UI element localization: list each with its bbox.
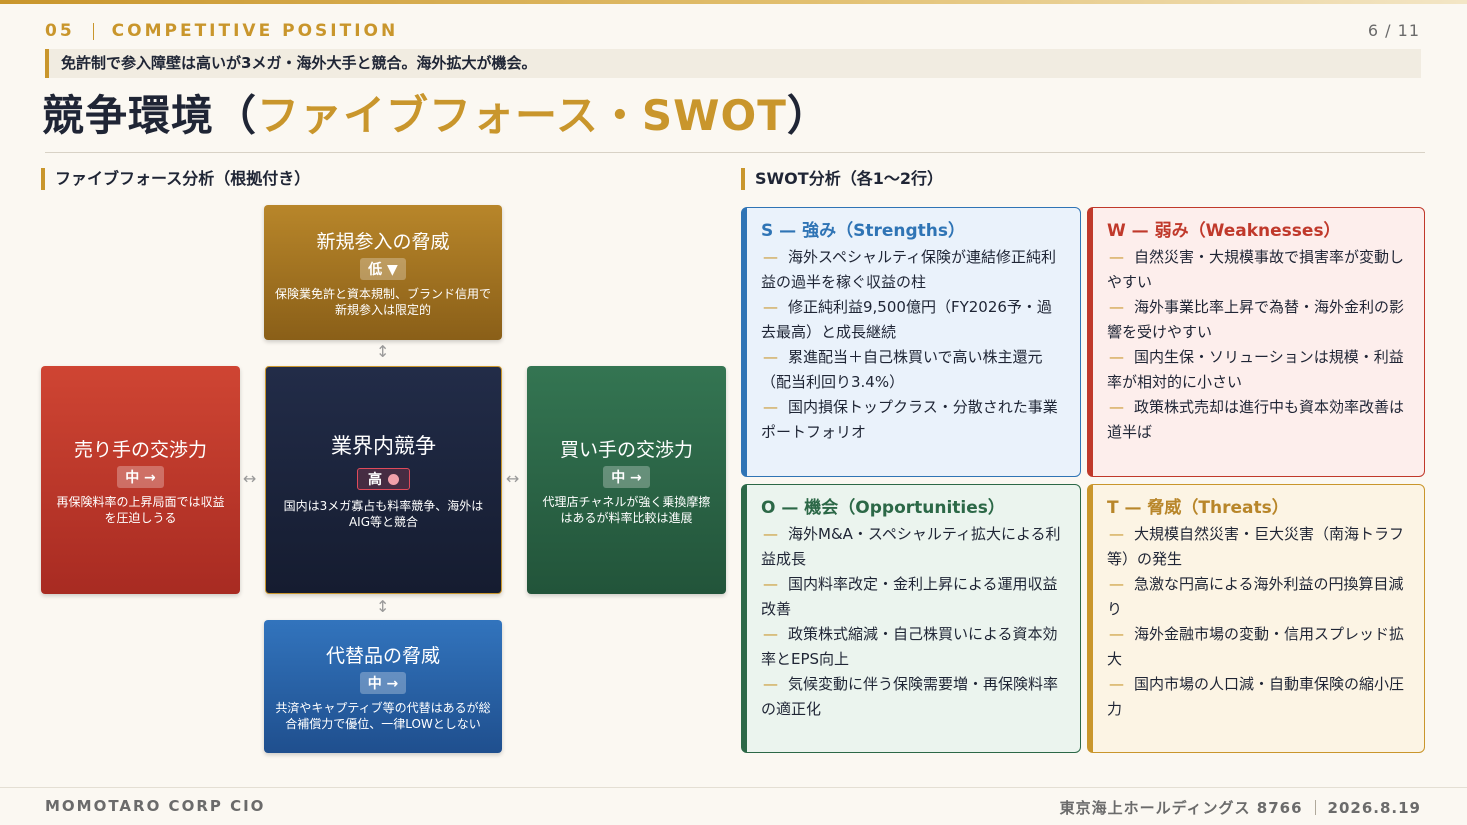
- force-substitutes: 代替品の脅威 中 → 共済やキャプティブ等の代替はあるが総合補償力で優位、一律L…: [264, 620, 502, 753]
- list-item: — 急激な円高による海外利益の円換算目減り: [1107, 575, 1404, 618]
- arrow-horizontal-icon: ↔: [243, 469, 257, 488]
- force-level-badge: 中 →: [603, 465, 650, 488]
- swot-opportunities-title: O — 機会（Opportunities）: [761, 498, 1005, 518]
- force-title: 売り手の交渉力: [73, 438, 207, 461]
- title-accent: ファイブフォース・SWOT: [257, 91, 787, 140]
- force-rivalry: 業界内競争 高 国内は3メガ寡占も料率競争、海外はAIG等と競合: [265, 366, 502, 594]
- swot-weaknesses-title: W — 弱み（Weaknesses）: [1107, 221, 1341, 241]
- section-name: COMPETITIVE POSITION: [111, 21, 399, 41]
- swot-opportunities: O — 機会（Opportunities） — 海外M&A・スペシャルティ拡大によ…: [741, 484, 1081, 753]
- force-description: 保険業免許と資本規制、ブランド信用で新規参入は限定的: [274, 287, 491, 317]
- lead-message: 免許制で参入障壁は高いが3メガ・海外大手と競合。海外拡大が機会。: [45, 49, 1421, 78]
- footer-meta: 東京海上ホールディングス 8766 2026.8.19: [1060, 797, 1421, 818]
- force-title: 代替品の脅威: [325, 645, 440, 667]
- list-item: — 海外スペシャルティ保険が連結修正純利益の過半を稼ぐ収益の柱: [761, 248, 1057, 291]
- top-accent-bar: [0, 0, 1467, 4]
- swot-threats-list: — 大規模自然災害・巨大災害（南海トラフ等）の発生 — 急激な円高による海外利益の円…: [1107, 522, 1408, 722]
- arrow-vertical-icon: ↕: [376, 342, 390, 361]
- force-level-badge: 中 →: [117, 465, 164, 488]
- list-item: — 気候変動に伴う保険需要増・再保険料率の適正化: [761, 675, 1059, 718]
- force-level-badge: 中 →: [359, 672, 407, 694]
- force-title: 新規参入の脅威: [316, 231, 450, 253]
- force-description: 代理店チャネルが強く乗換摩擦はあるが料率比較は進展: [542, 494, 711, 525]
- list-item: — 海外事業比率上昇で為替・海外金利の影響を受けやすい: [1107, 298, 1405, 341]
- footer-company: 東京海上ホールディングス 8766: [1059, 799, 1303, 817]
- swot-weaknesses: W — 弱み（Weaknesses） — 自然災害・大規模事故で損害率が変動しやす…: [1087, 207, 1425, 477]
- swot-strengths-title: S — 強み（Strengths）: [761, 221, 965, 241]
- force-suppliers: 売り手の交渉力 中 → 再保険料率の上昇局面では収益を圧迫しうる: [41, 366, 240, 594]
- swot-strengths: S — 強み（Strengths） — 海外スペシャルティ保険が連結修正純利益の過…: [741, 207, 1081, 477]
- list-item: — 修正純利益9,500億円（FY2026予・過去最高）と成長継続: [761, 298, 1052, 341]
- arrow-vertical-icon: ↕: [376, 597, 390, 616]
- force-description: 国内は3メガ寡占も料率競争、海外はAIG等と競合: [283, 499, 484, 529]
- section-separator: [92, 22, 94, 40]
- list-item: — 政策株式売却は進行中も資本効率改善は道半ば: [1107, 398, 1405, 441]
- section-number: 05: [45, 21, 75, 41]
- swot-strengths-list: — 海外スペシャルティ保険が連結修正純利益の過半を稼ぐ収益の柱 — 修正純利益9,5…: [761, 245, 1064, 445]
- page-number: 6 / 11: [1367, 21, 1420, 40]
- page-title: 競争環境（ファイブフォース・SWOT）: [42, 82, 830, 143]
- title-divider: [45, 152, 1425, 153]
- title-end: ）: [786, 91, 830, 140]
- footer-date: 2026.8.19: [1327, 799, 1421, 817]
- force-title: 買い手の交渉力: [559, 438, 693, 461]
- list-item: — 自然災害・大規模事故で損害率が変動しやすい: [1107, 248, 1405, 291]
- swot-threats-title: T — 脅威（Threats）: [1107, 498, 1289, 518]
- arrow-horizontal-icon: ↔: [506, 469, 520, 488]
- section-label: 05 COMPETITIVE POSITION: [45, 21, 398, 41]
- list-item: — 海外金融市場の変動・信用スプレッド拡大: [1107, 625, 1405, 668]
- list-item: — 政策株式縮減・自己株買いによる資本効率とEPS向上: [761, 625, 1058, 668]
- force-new-entrants: 新規参入の脅威 低 ▼ 保険業免許と資本規制、ブランド信用で新規参入は限定的: [264, 205, 502, 340]
- swot-opportunities-list: — 海外M&A・スペシャルティ拡大による利益成長 — 国内料率改定・金利上昇による運…: [761, 522, 1064, 722]
- list-item: — 大規模自然災害・巨大災害（南海トラフ等）の発生: [1107, 525, 1405, 568]
- list-item: — 累進配当＋自己株買いで高い株主還元（配当利回り3.4%）: [761, 348, 1043, 391]
- title-main: 競争環境（: [42, 91, 258, 140]
- swot-threats: T — 脅威（Threats） — 大規模自然災害・巨大災害（南海トラフ等）の発生…: [1087, 484, 1425, 753]
- high-indicator-icon: [388, 474, 399, 485]
- list-item: — 海外M&A・スペシャルティ拡大による利益成長: [761, 525, 1061, 568]
- force-title: 業界内競争: [331, 434, 436, 458]
- force-description: 再保険料率の上昇局面では収益を圧迫しうる: [56, 494, 225, 525]
- swot-weaknesses-list: — 自然災害・大規模事故で損害率が変動しやすい — 海外事業比率上昇で為替・海外金利…: [1107, 245, 1408, 445]
- force-description: 共済やキャプティブ等の代替はあるが総合補償力で優位、一律LOWとしない: [275, 701, 491, 731]
- footer-divider: [0, 787, 1467, 788]
- list-item: — 国内料率改定・金利上昇による運用収益改善: [761, 575, 1058, 618]
- list-item: — 国内市場の人口減・自動車保険の縮小圧力: [1107, 675, 1405, 718]
- list-item: — 国内生保・ソリューションは規模・利益率が相対的に小さい: [1107, 348, 1404, 391]
- force-buyers: 買い手の交渉力 中 → 代理店チャネルが強く乗換摩擦はあるが料率比較は進展: [527, 366, 726, 594]
- list-item: — 国内損保トップクラス・分散された事業ポートフォリオ: [761, 398, 1058, 441]
- footer-author: MOMOTARO CORP CIO: [45, 797, 266, 815]
- swot-heading: SWOT分析（各1〜2行）: [741, 168, 943, 190]
- five-forces-heading: ファイブフォース分析（根拠付き）: [41, 168, 310, 190]
- footer-separator: [1314, 800, 1316, 815]
- force-level-badge: 低 ▼: [360, 258, 406, 280]
- force-level-badge: 高: [357, 468, 410, 490]
